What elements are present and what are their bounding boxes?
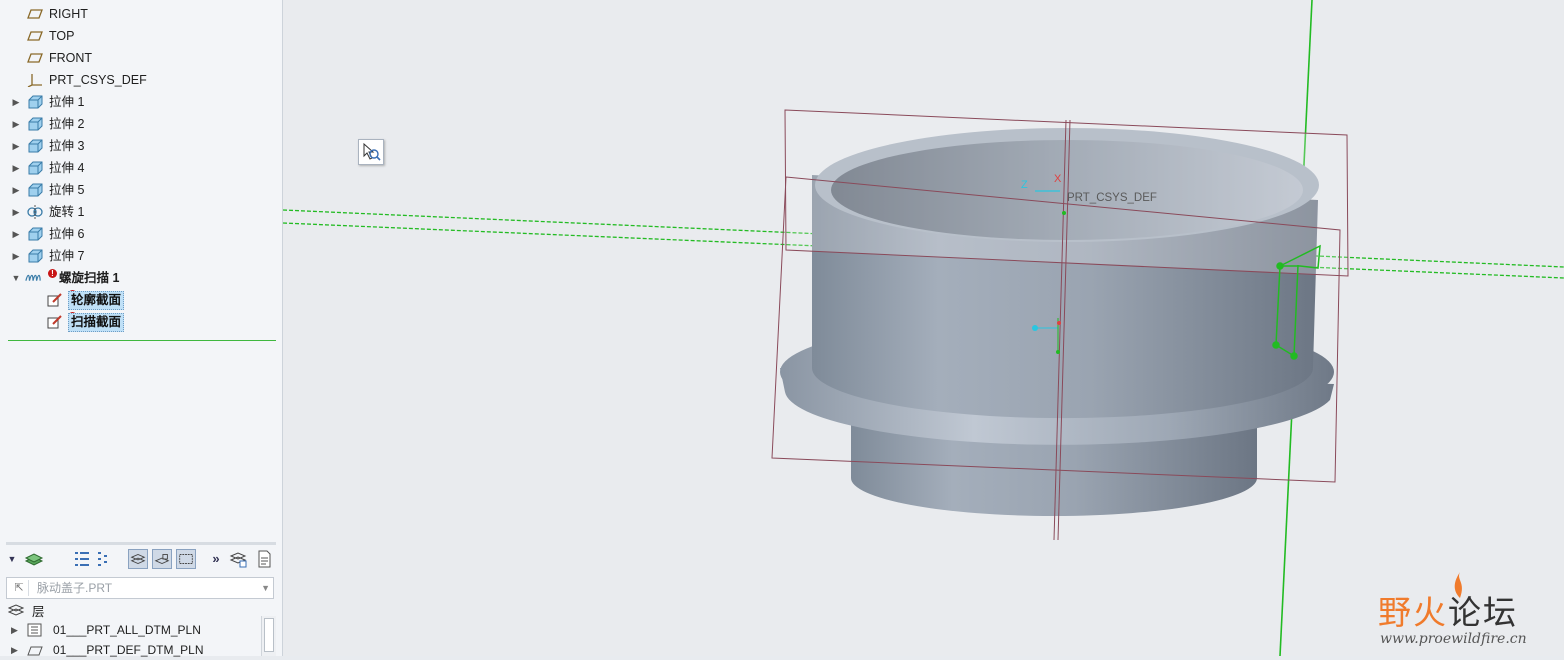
- datum-plane-icon: [27, 9, 43, 19]
- expand-arrow-icon[interactable]: ▶: [11, 201, 21, 223]
- sketch-icon: [47, 315, 62, 329]
- collapse-arrow-icon[interactable]: ▼: [11, 267, 21, 289]
- layer-scrollbar[interactable]: [261, 616, 276, 656]
- tree-item-label: 旋转 1: [49, 205, 85, 219]
- tree-item-extrude-7[interactable]: ▶ 拉伸 7: [0, 245, 280, 267]
- extrude-icon: [28, 117, 43, 131]
- revolve-icon: [27, 205, 43, 219]
- show-dropdown-icon[interactable]: ▼: [6, 549, 18, 569]
- tree-item-label: 轮廓截面: [68, 291, 125, 310]
- tree-item-revolve-1[interactable]: ▶ 旋转 1: [0, 201, 280, 223]
- expand-all-icon[interactable]: [72, 549, 92, 569]
- layer-list-icon: [27, 623, 42, 637]
- tree-item-label: PRT_CSYS_DEF: [49, 73, 147, 87]
- expand-arrow-icon[interactable]: ▶: [11, 223, 21, 245]
- watermark-title-dark: 论坛: [1448, 593, 1518, 632]
- layer-visibility-icon[interactable]: [128, 549, 148, 569]
- layer-toolbar: ▼ »: [4, 547, 278, 573]
- layer-header-label: 层: [32, 605, 45, 619]
- view-tool-button[interactable]: [358, 139, 384, 165]
- tree-item-label: 拉伸 2: [49, 117, 85, 131]
- layers-icon[interactable]: [24, 549, 44, 569]
- extrude-icon: [28, 95, 43, 109]
- axis-x-label: X: [1054, 173, 1062, 185]
- tree-item-label: 拉伸 4: [49, 161, 85, 175]
- collapse-all-icon[interactable]: [94, 549, 114, 569]
- tree-item-extrude-2[interactable]: ▶ 拉伸 2: [0, 113, 280, 135]
- tree-item-helical-sweep-1[interactable]: ▼ ! 螺旋扫描 1: [0, 267, 280, 289]
- tree-item-csys[interactable]: PRT_CSYS_DEF: [0, 69, 280, 91]
- tree-item-label: 拉伸 7: [49, 249, 85, 263]
- tree-item-extrude-5[interactable]: ▶ 拉伸 5: [0, 179, 280, 201]
- tree-item-label: 螺旋扫描 1: [59, 271, 120, 285]
- forum-watermark: 野火论坛 www.proewildfire.cn: [1378, 572, 1558, 650]
- expand-arrow-icon[interactable]: ▶: [11, 113, 21, 135]
- expand-arrow-icon[interactable]: ▶: [11, 640, 18, 660]
- expand-arrow-icon[interactable]: ▶: [11, 620, 18, 640]
- extrude-icon: [28, 139, 43, 153]
- watermark-title-colored: 野火: [1378, 593, 1448, 632]
- layer-settings-icon[interactable]: [228, 549, 248, 569]
- expand-arrow-icon[interactable]: ▶: [11, 245, 21, 267]
- tree-item-label: RIGHT: [49, 7, 88, 21]
- cursor-icon: ⇱: [10, 580, 29, 596]
- axis-z-label: Z: [1021, 179, 1028, 191]
- active-model-value: 脉动盖子.PRT: [37, 581, 113, 595]
- layer-isolate-icon[interactable]: [152, 549, 172, 569]
- active-model-select[interactable]: ⇱ 脉动盖子.PRT ▼: [6, 577, 274, 599]
- layer-row[interactable]: ▶ 01___PRT_ALL_DTM_PLN: [0, 620, 262, 640]
- layer-row-label: 01___PRT_DEF_DTM_PLN: [53, 643, 204, 657]
- layer-plane-icon: [27, 646, 43, 656]
- tree-item-label: FRONT: [49, 51, 93, 65]
- zoom-window-icon: [363, 142, 381, 161]
- flame-icon: [1454, 572, 1462, 598]
- datum-plane-icon: [27, 53, 43, 63]
- tree-item-label: 扫描截面: [68, 313, 125, 332]
- tree-item-extrude-3[interactable]: ▶ 拉伸 3: [0, 135, 280, 157]
- extrude-icon: [28, 227, 43, 241]
- tree-item-right[interactable]: RIGHT: [0, 3, 280, 25]
- tree-item-label: 拉伸 3: [49, 139, 85, 153]
- expand-arrow-icon[interactable]: ▶: [11, 157, 21, 179]
- expand-arrow-icon[interactable]: ▶: [11, 135, 21, 157]
- layers-stack-icon: [8, 604, 24, 616]
- layer-row-label: 01___PRT_ALL_DTM_PLN: [53, 623, 201, 637]
- csys-icon: [27, 74, 42, 87]
- watermark-url: www.proewildfire.cn: [1380, 631, 1527, 647]
- more-icon[interactable]: »: [206, 549, 226, 569]
- expand-arrow-icon[interactable]: ▶: [11, 91, 21, 113]
- tree-item-extrude-1[interactable]: ▶ 拉伸 1: [0, 91, 280, 113]
- datum-plane-icon: [27, 31, 43, 41]
- layer-properties-icon[interactable]: [254, 549, 274, 569]
- tree-item-extrude-6[interactable]: ▶ 拉伸 6: [0, 223, 280, 245]
- tree-item-label: 拉伸 6: [49, 227, 85, 241]
- watermark-title: 野火论坛: [1378, 586, 1518, 634]
- model-graphics: Z X: [283, 0, 1564, 656]
- helical-sweep-icon: [25, 274, 41, 281]
- tree-item-label: 拉伸 5: [49, 183, 85, 197]
- left-panel: RIGHT TOP FRONT PRT_CSYS_DEF ▶ 拉伸 1 ▶ 拉伸…: [0, 0, 283, 657]
- chevron-down-icon[interactable]: ▼: [261, 583, 270, 593]
- layer-row[interactable]: ▶ 01___PRT_DEF_DTM_PLN: [0, 640, 262, 660]
- tree-item-label: 拉伸 1: [49, 95, 85, 109]
- extrude-icon: [28, 249, 43, 263]
- tree-item-label: TOP: [49, 29, 75, 43]
- insert-here-marker[interactable]: [8, 340, 276, 341]
- csys-label: PRT_CSYS_DEF: [1067, 192, 1157, 204]
- tree-item-profile-section[interactable]: ! 轮廓截面: [0, 289, 280, 311]
- error-icon: !: [48, 269, 57, 278]
- tree-item-top[interactable]: TOP: [0, 25, 280, 47]
- graphics-window[interactable]: Z X PRT_CSYS_DEF: [283, 0, 1564, 656]
- extrude-icon: [28, 161, 43, 175]
- layer-hidden-icon[interactable]: [176, 549, 196, 569]
- scroll-thumb[interactable]: [264, 618, 274, 652]
- tree-item-extrude-4[interactable]: ▶ 拉伸 4: [0, 157, 280, 179]
- tree-item-front[interactable]: FRONT: [0, 47, 280, 69]
- panel-splitter[interactable]: [6, 542, 276, 545]
- expand-arrow-icon[interactable]: ▶: [11, 179, 21, 201]
- extrude-icon: [28, 183, 43, 197]
- tree-item-sweep-section[interactable]: ! 扫描截面: [0, 311, 280, 333]
- sketch-icon: [47, 293, 62, 307]
